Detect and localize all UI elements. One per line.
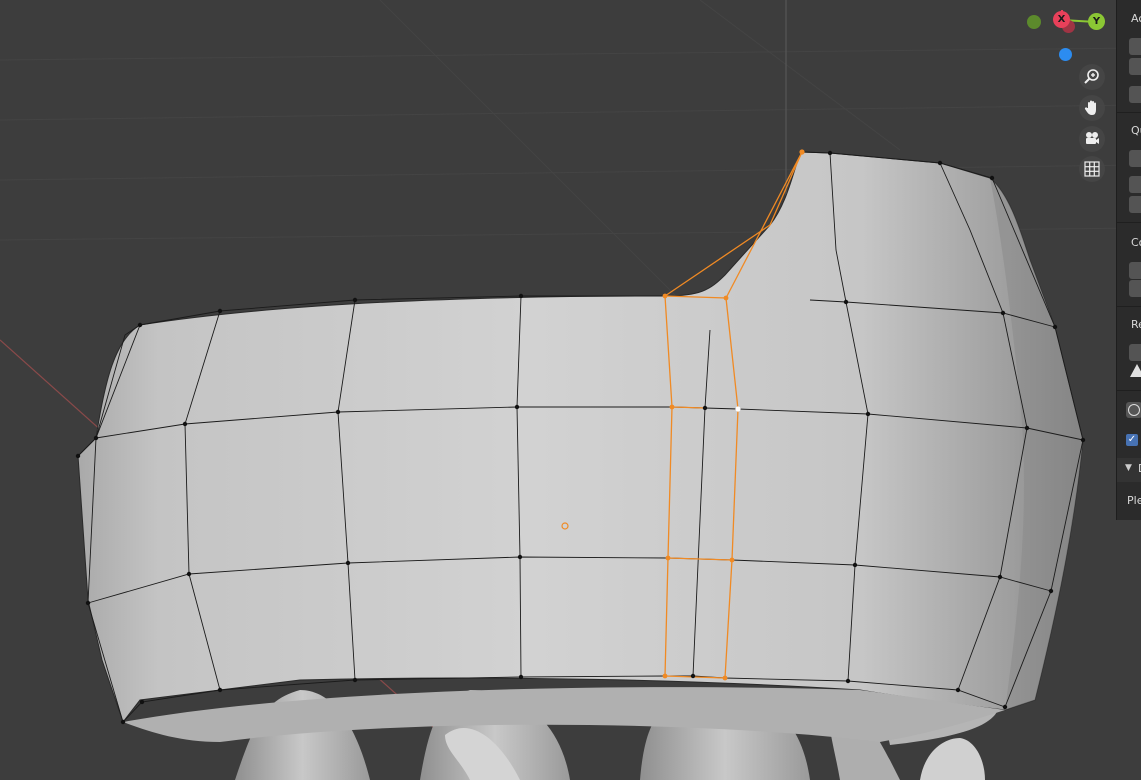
warning-icon bbox=[1130, 364, 1141, 377]
sidebar-section-label[interactable]: Ac bbox=[1131, 12, 1141, 25]
sidebar-divider bbox=[1117, 306, 1141, 307]
x-axis-label: X bbox=[1057, 14, 1066, 25]
sidebar-section-label[interactable]: Qu bbox=[1131, 124, 1141, 137]
sidebar-panel[interactable]: Ac Qu Co Re ✓ ▼ D Ple bbox=[1116, 0, 1141, 520]
3d-viewport[interactable] bbox=[0, 0, 1141, 780]
y-axis-label: Y bbox=[1092, 16, 1101, 27]
sidebar-field[interactable] bbox=[1129, 280, 1141, 297]
pan-hand-icon bbox=[1084, 100, 1096, 115]
mesh-inner-rim bbox=[123, 687, 1005, 742]
sidebar-divider bbox=[1117, 222, 1141, 223]
sidebar-footer-text: Ple bbox=[1127, 494, 1141, 507]
pan-button[interactable] bbox=[1079, 95, 1105, 121]
disclosure-triangle-icon: ▼ bbox=[1125, 463, 1132, 473]
sidebar-checkbox[interactable]: ✓ bbox=[1126, 434, 1138, 446]
navigation-gizmo[interactable]: X Y bbox=[1020, 4, 1115, 66]
z-axis-dot[interactable] bbox=[1059, 48, 1072, 61]
sidebar-field[interactable] bbox=[1129, 150, 1141, 167]
camera-button[interactable] bbox=[1079, 126, 1105, 152]
neg-y-axis-dot[interactable] bbox=[1027, 15, 1041, 29]
y-axis-dot[interactable]: Y bbox=[1088, 13, 1105, 30]
zoom-button[interactable] bbox=[1079, 64, 1105, 90]
sidebar-divider bbox=[1117, 390, 1141, 391]
panel-header-collapsed[interactable]: ▼ D bbox=[1117, 458, 1141, 482]
ortho-toggle-button[interactable] bbox=[1079, 156, 1105, 182]
sidebar-section-label[interactable]: Co bbox=[1131, 236, 1141, 249]
sidebar-field[interactable] bbox=[1129, 176, 1141, 193]
sidebar-section-label[interactable]: Re bbox=[1131, 318, 1141, 331]
active-vertex bbox=[735, 406, 741, 412]
sidebar-divider bbox=[1117, 112, 1141, 113]
x-axis-dot[interactable]: X bbox=[1053, 11, 1070, 28]
sidebar-field[interactable] bbox=[1129, 58, 1141, 75]
globe-icon[interactable] bbox=[1126, 402, 1141, 418]
camera-icon bbox=[1086, 132, 1099, 144]
zoom-icon bbox=[1084, 69, 1099, 84]
sidebar-field[interactable] bbox=[1129, 262, 1141, 279]
sidebar-field[interactable] bbox=[1129, 86, 1141, 103]
sidebar-field[interactable] bbox=[1129, 38, 1141, 55]
sidebar-field[interactable] bbox=[1129, 344, 1141, 361]
grid-icon bbox=[1084, 161, 1100, 177]
sidebar-field[interactable] bbox=[1129, 196, 1141, 213]
